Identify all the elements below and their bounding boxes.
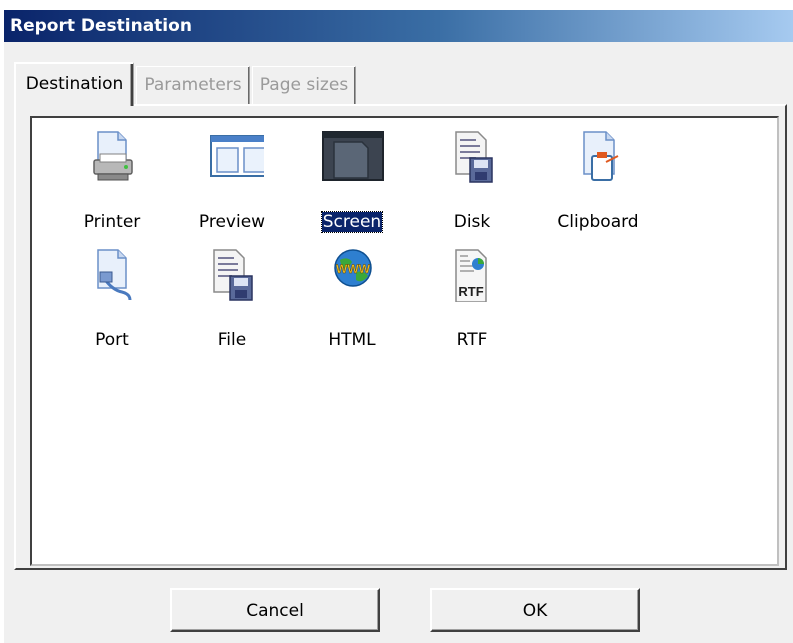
title-bar[interactable]: Report Destination <box>4 10 793 42</box>
destination-label: Printer <box>83 212 141 232</box>
destination-disk[interactable]: Disk <box>416 122 528 238</box>
destination-screen[interactable]: Screen <box>296 122 408 238</box>
destination-label: HTML <box>328 330 376 350</box>
printer-icon <box>93 131 133 181</box>
destination-label: Clipboard <box>557 212 639 232</box>
destination-printer[interactable]: Printer <box>56 122 168 238</box>
destination-preview[interactable]: Preview <box>176 122 288 238</box>
svg-text:WWW: WWW <box>336 262 371 276</box>
destination-html[interactable]: WWW HTML <box>296 240 408 356</box>
tab-destination[interactable]: Destination <box>14 62 134 106</box>
destination-file[interactable]: File <box>176 240 288 356</box>
port-icon <box>97 249 132 301</box>
svg-text:RTF: RTF <box>458 284 483 299</box>
destination-label: File <box>217 330 247 350</box>
destination-port[interactable]: Port <box>56 240 168 356</box>
rtf-document-icon: RTF <box>455 249 487 302</box>
destination-label: Preview <box>198 212 266 232</box>
destination-clipboard[interactable]: Clipboard <box>542 122 654 238</box>
destination-label: Disk <box>453 212 491 232</box>
preview-icon <box>210 135 264 177</box>
destination-label: RTF <box>456 330 488 350</box>
destination-label: Screen <box>320 211 384 233</box>
tab-page-sizes[interactable]: Page sizes <box>252 66 356 104</box>
cancel-button[interactable]: Cancel <box>170 588 380 632</box>
destination-label: Port <box>95 330 129 350</box>
window-title: Report Destination <box>10 16 192 36</box>
clipboard-icon <box>583 131 619 181</box>
tab-parameters[interactable]: Parameters <box>136 66 250 104</box>
disk-icon <box>455 131 493 183</box>
screen-icon <box>322 131 384 181</box>
html-globe-icon: WWW <box>334 249 372 287</box>
ok-button[interactable]: OK <box>430 588 640 632</box>
destination-rtf[interactable]: RTF RTF <box>416 240 528 356</box>
file-icon <box>213 249 253 301</box>
destination-icon-list[interactable]: Printer Preview Screen Disk Clipboard Po… <box>30 116 779 566</box>
